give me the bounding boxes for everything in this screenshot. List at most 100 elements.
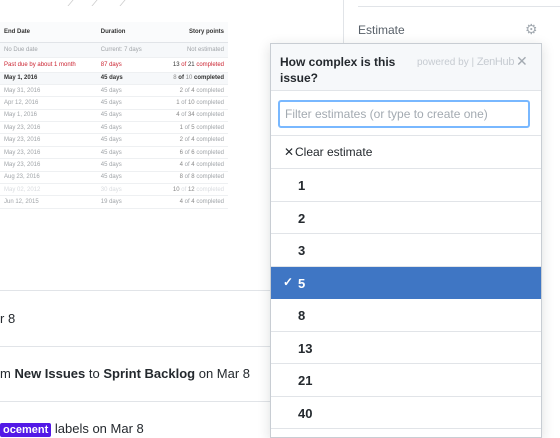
sidebar-divider [358,6,560,7]
end-date-cell: Past due by about 1 month [0,57,97,73]
points-total: 10 [187,99,195,106]
of-word: of [181,99,187,106]
activity-item: m New Issues to Sprint Backlog on Mar 8 [0,366,250,381]
points-done: 1 [179,124,183,131]
milestones-table: End Date Duration Story points No Due da… [0,22,228,209]
duration-cell: 45 days [96,171,157,185]
estimate-option-5[interactable]: ✓ 5 [271,266,541,299]
table-row: May 1, 2016 45 days 8 of 10 completed [0,72,228,85]
activity-text: m [0,366,15,381]
duration-cell: 45 days [96,84,157,98]
duration-cell: 45 days [96,109,157,123]
completed-word: completed [196,161,224,168]
points-done: 6 [179,149,183,156]
points-total: 12 [187,186,195,193]
table-row: Jun 12, 2015 19 days 4 of 4 completed [0,195,228,209]
estimate-option-21[interactable]: 21 [271,364,541,397]
of-word: of [184,124,190,131]
duration-cell: 45 days [96,146,157,160]
story-points-cell: 6 of 6 completed [156,146,228,160]
activity-item: ocement labels on Mar 8 [0,421,144,437]
col-story-points: Story points [156,22,228,43]
end-date-cell: Aug 23, 2016 [0,171,97,185]
story-points-cell: 2 of 4 completed [156,84,228,98]
story-points-cell: 2 of 4 completed [156,133,228,147]
end-date-cell: Jun 12, 2015 [0,195,97,209]
estimate-popover: How complex is this issue? powered by | … [270,43,542,438]
gear-icon[interactable]: ⚙ [525,22,539,36]
powered-by: powered by | ZenHub [417,56,515,68]
duration-cell: 45 days [96,158,157,172]
completed-word: completed [196,87,224,94]
table-row: May 23, 2016 45 days 4 of 4 completed [0,158,228,172]
table-row: Past due by about 1 month 87 days 13 of 21… [0,57,228,73]
completed-word: completed [196,174,224,181]
to-pipeline[interactable]: Sprint Backlog [103,366,195,381]
close-icon[interactable]: ✕ [516,53,528,70]
story-points-cell: Not estimated [156,42,228,58]
estimate-option-13[interactable]: 13 [271,332,541,364]
end-date-cell: May 02, 2012 [0,183,97,197]
estimate-value: 2 [298,210,306,226]
duration-cell: 45 days [96,121,157,135]
table-row: No Due date Current: 7 days Not estimated [0,42,228,58]
estimate-option-40[interactable]: 40 [271,397,541,429]
points-done: 2 [179,137,183,144]
table-row: Aug 23, 2016 45 days 8 of 8 completed [0,171,228,185]
points-total: 21 [187,61,195,68]
clear-estimate-button[interactable]: ✕ Clear estimate [271,136,541,169]
from-pipeline[interactable]: New Issues [14,366,85,381]
sidebar-border [343,0,344,44]
points-total: 5 [191,124,195,131]
of-word: of [181,112,187,119]
story-points-cell: 4 of 34 completed [156,109,228,123]
of-word: of [181,186,187,193]
completed-word: completed [196,186,224,193]
points-total: 4 [191,199,195,206]
story-points-cell: 13 of 21 completed [156,57,228,73]
filter-estimates-input[interactable] [278,100,530,128]
activity-text: to [85,366,104,381]
activity-text: r 8 [0,311,16,326]
check-icon: ✓ [283,274,294,289]
completed-word: completed [196,149,224,156]
milestones-table-image: End Date Duration Story points No Due da… [0,0,230,247]
estimate-option-3[interactable]: 3 [271,234,541,267]
zenhub-logo: ZenHub [476,56,515,68]
of-word: of [184,199,190,206]
end-date-cell: May 23, 2016 [0,133,97,147]
end-date-cell: Apr 12, 2016 [0,96,97,110]
completed-word: completed [196,137,224,144]
end-date-cell: May 23, 2016 [0,146,97,160]
end-date-cell: May 23, 2016 [0,158,97,172]
estimate-value: 5 [298,275,306,291]
estimate-option-8[interactable]: 8 [271,299,541,332]
estimate-option-1[interactable]: 1 [271,169,541,202]
estimate-option-2[interactable]: 2 [271,202,541,234]
points-done: 2 [179,87,183,94]
end-date-cell: May 23, 2016 [0,121,97,135]
duration-cell: 30 days [96,183,157,197]
table-row: May 23, 2016 45 days 6 of 6 completed [0,146,228,160]
of-word: of [184,149,190,156]
completed-word: completed [196,124,224,131]
points-done: 13 [172,61,180,68]
col-duration: Duration [96,22,157,43]
story-points-cell: 8 of 10 completed [156,72,228,85]
duration-cell: 87 days [96,57,157,73]
filter-area [271,91,541,136]
issue-label[interactable]: ocement [0,423,52,437]
points-done: 8 [173,75,177,82]
table-row: May 23, 2016 45 days 2 of 4 completed [0,133,228,147]
duration-cell: 19 days [96,195,157,209]
powered-by-text: powered by | [417,57,475,68]
end-date-cell: May 1, 2016 [0,72,97,85]
completed-word: completed [196,112,224,119]
table-row: May 02, 2012 30 days 10 of 12 completed [0,183,228,197]
duration-cell: 45 days [96,72,157,85]
duration-cell: 45 days [96,133,157,147]
points-total: 4 [191,161,195,168]
points-total: 8 [191,174,195,181]
points-done: 4 [176,112,180,119]
end-date-cell: May 31, 2016 [0,84,97,98]
